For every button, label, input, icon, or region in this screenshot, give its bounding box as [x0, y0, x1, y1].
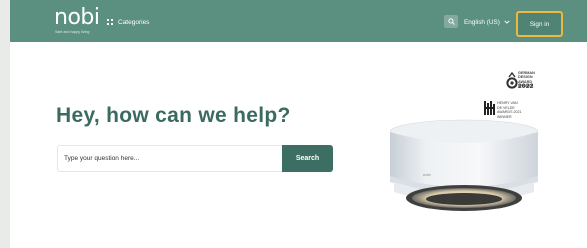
sign-in-button[interactable]: Sign in — [518, 13, 561, 35]
hvdv-logo-icon — [484, 101, 495, 115]
language-label: English (US) — [464, 18, 500, 26]
page-title: Hey, how can we help? — [56, 104, 291, 127]
help-center-page: nobi Safe and happy living Categories En… — [10, 0, 587, 248]
nobi-lamp-image: nobi — [389, 119, 539, 211]
henry-van-de-velde-award-text: HENRY VAN DE VELDE AWARDS 2021 WINNER — [497, 101, 522, 119]
categories-label: Categories — [118, 18, 150, 26]
sign-in-label: Sign in — [529, 20, 550, 28]
german-design-award-badge: GERMAN DESIGN AWARD WINNER 2022 — [506, 70, 546, 92]
language-selector[interactable]: English (US) — [464, 17, 510, 27]
search-input[interactable] — [58, 146, 282, 171]
device-logo-text: nobi — [423, 172, 431, 177]
award-medal-icon — [506, 72, 518, 89]
categories-menu[interactable]: Categories — [107, 16, 149, 28]
chevron-down-icon — [504, 20, 510, 24]
german-design-award-year: 2022 — [518, 83, 534, 90]
search-button-label: Search — [295, 155, 320, 162]
logo-wordmark: nobi — [54, 5, 100, 30]
search-icon — [447, 18, 455, 25]
henry-van-de-velde-award-badge: HENRY VAN DE VELDE AWARDS 2021 WINNER — [484, 98, 542, 120]
help-search-form: Search — [57, 145, 333, 172]
header-search-button[interactable] — [444, 15, 458, 28]
logo-tagline: Safe and happy living — [55, 30, 90, 34]
top-navigation-bar: nobi Safe and happy living Categories En… — [10, 0, 587, 42]
grid-icon — [107, 19, 113, 25]
search-button[interactable]: Search — [282, 145, 333, 172]
